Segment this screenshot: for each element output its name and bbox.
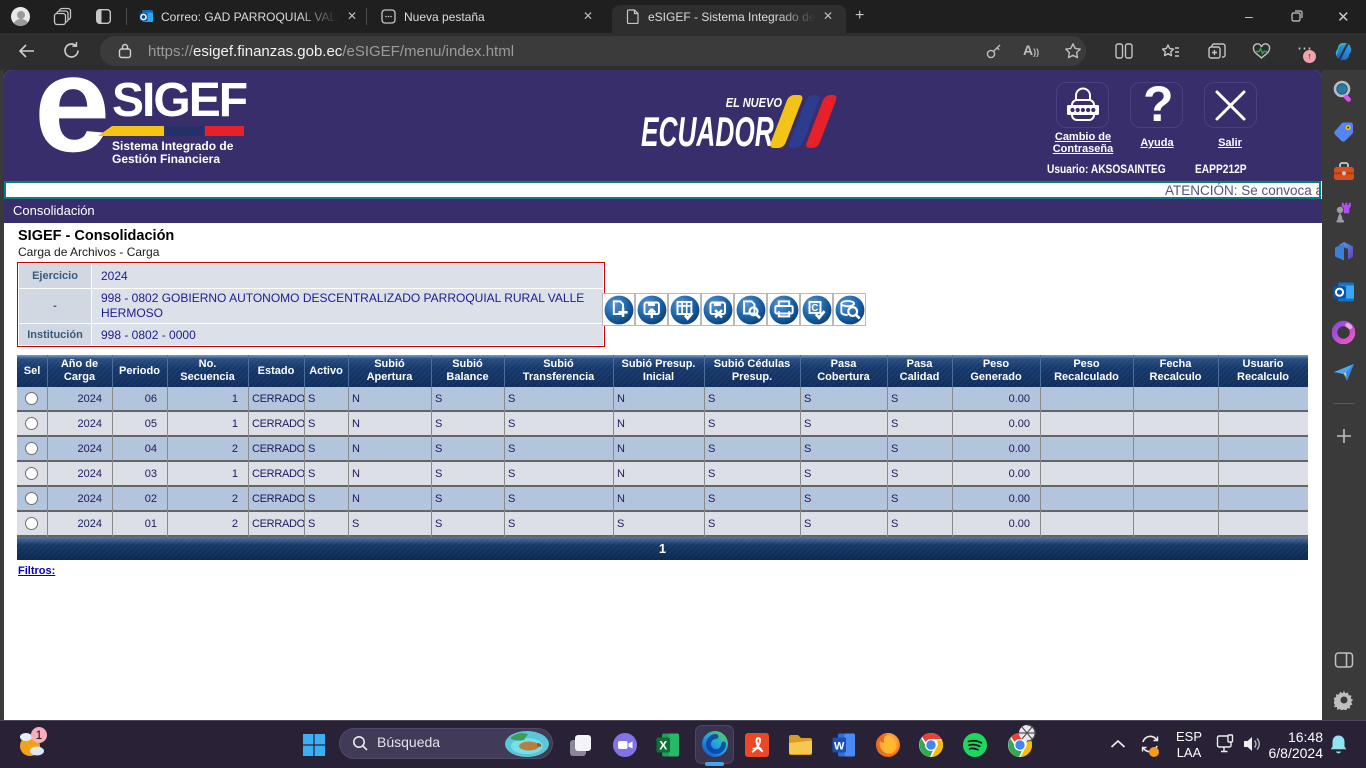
svg-text:C: C xyxy=(811,302,818,313)
svg-text:X: X xyxy=(659,739,667,753)
svg-text:W: W xyxy=(834,741,845,753)
